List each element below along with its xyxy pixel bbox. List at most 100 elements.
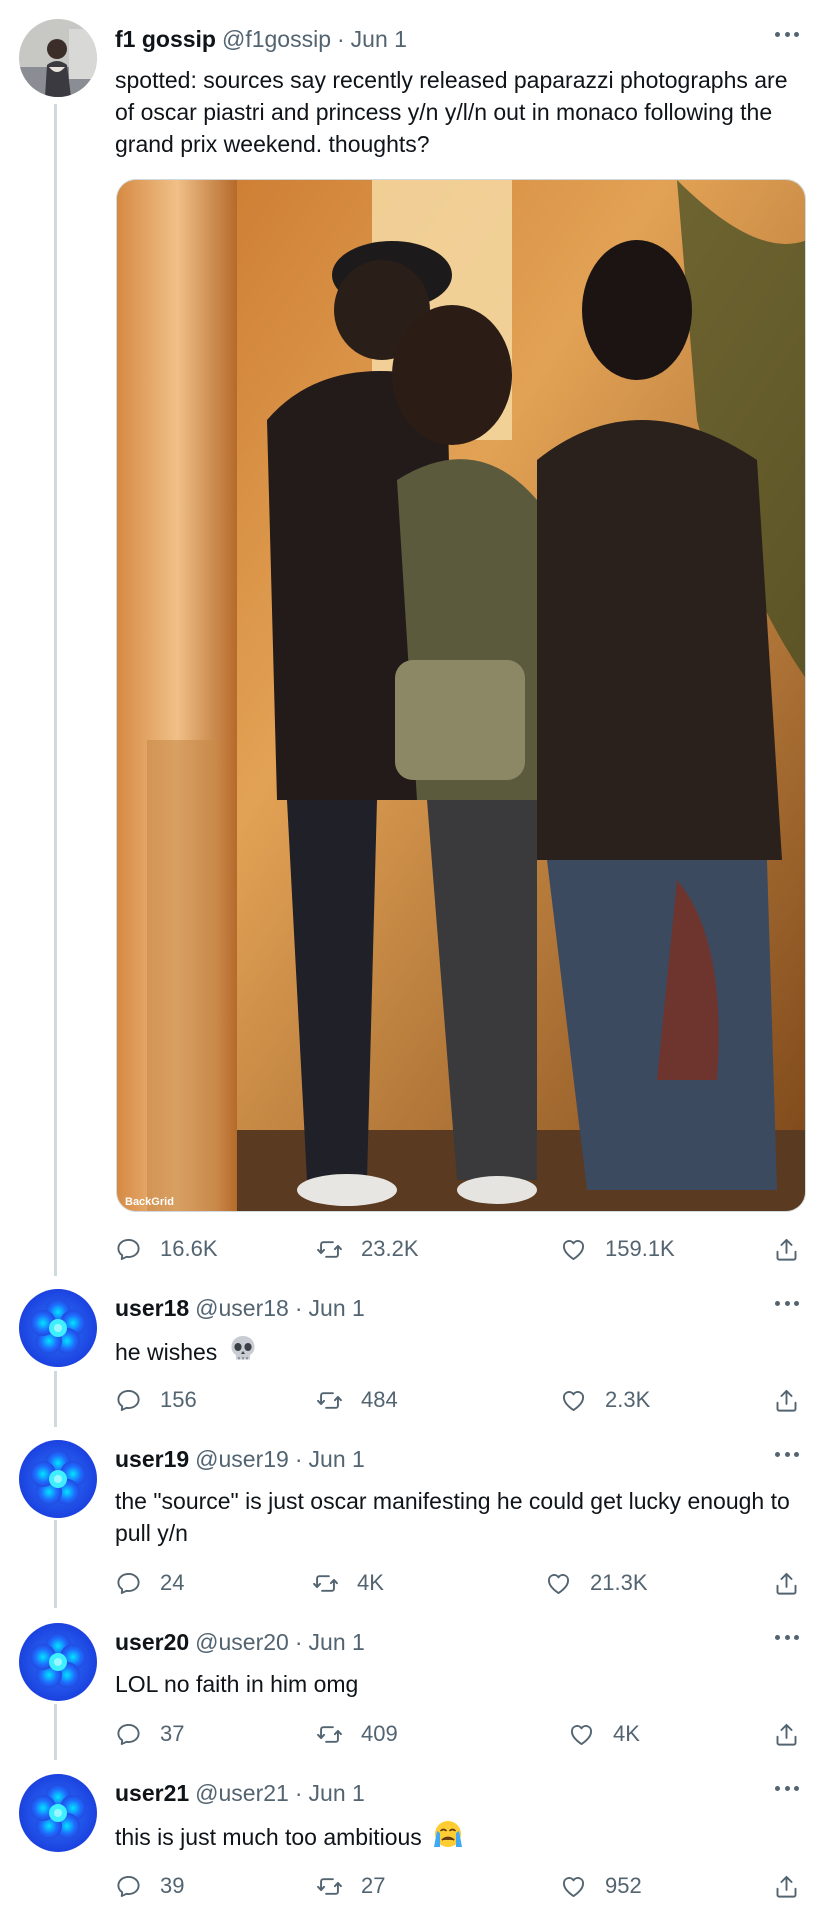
profile-photo-icon xyxy=(19,19,97,97)
display-name[interactable]: user21 xyxy=(115,1780,189,1807)
reply-icon xyxy=(115,1570,142,1597)
like-button[interactable]: 4K xyxy=(568,1719,640,1749)
like-count: 2.3K xyxy=(605,1387,651,1412)
retweet-button[interactable]: 484 xyxy=(316,1385,398,1415)
heart-icon xyxy=(568,1721,595,1748)
flower-avatar-icon xyxy=(19,1623,97,1701)
display-name[interactable]: user19 xyxy=(115,1446,189,1473)
reply-button[interactable]: 37 xyxy=(115,1719,184,1749)
share-icon xyxy=(773,1236,800,1263)
retweet-button[interactable]: 23.2K xyxy=(316,1234,419,1264)
share-icon xyxy=(773,1721,800,1748)
retweet-count: 27 xyxy=(361,1873,386,1898)
display-name[interactable]: user20 xyxy=(115,1629,189,1656)
heart-icon xyxy=(545,1570,572,1597)
tweet-text: the "source" is just oscar manifesting h… xyxy=(115,1488,790,1546)
retweet-icon xyxy=(316,1236,343,1263)
flower-avatar-icon xyxy=(19,1289,97,1367)
avatar[interactable] xyxy=(19,1289,97,1367)
share-button[interactable] xyxy=(773,1234,818,1264)
tweet-text: this is just much too ambitious xyxy=(115,1819,805,1853)
like-button[interactable]: 952 xyxy=(560,1871,642,1901)
reply-icon xyxy=(115,1721,142,1748)
share-icon xyxy=(773,1387,800,1414)
tweet-text: LOL no faith in him omg xyxy=(115,1671,359,1697)
share-button[interactable] xyxy=(773,1568,818,1598)
retweet-icon xyxy=(316,1387,343,1414)
reply-count: 39 xyxy=(160,1873,185,1898)
retweet-count: 4K xyxy=(357,1570,384,1595)
more-icon[interactable] xyxy=(772,1778,802,1798)
reply-count: 16.6K xyxy=(160,1236,218,1261)
share-icon xyxy=(773,1873,800,1900)
reply-button[interactable]: 24 xyxy=(115,1568,184,1598)
paparazzi-photo xyxy=(117,180,805,1211)
retweet-button[interactable]: 27 xyxy=(316,1871,385,1901)
more-icon[interactable] xyxy=(772,1627,802,1647)
tweet-date[interactable]: Jun 1 xyxy=(309,1446,365,1473)
user-handle[interactable]: @user18 xyxy=(195,1295,289,1322)
share-icon xyxy=(773,1570,800,1597)
retweet-icon xyxy=(316,1721,343,1748)
more-icon[interactable] xyxy=(772,24,802,44)
avatar[interactable] xyxy=(19,1774,97,1852)
flower-avatar-icon xyxy=(19,1440,97,1518)
share-button[interactable] xyxy=(773,1385,818,1415)
tweet-header: user20 @user20 · Jun 1 xyxy=(115,1627,365,1657)
reply-text: this is just much too ambitious xyxy=(115,1824,422,1850)
tweet-date[interactable]: Jun 1 xyxy=(309,1780,365,1807)
reply-button[interactable]: 16.6K xyxy=(115,1234,218,1264)
tweet-photo[interactable]: BackGrid xyxy=(116,179,806,1212)
tweet-text: spotted: sources say recently released p… xyxy=(115,67,788,157)
more-icon[interactable] xyxy=(772,1293,802,1313)
user-handle[interactable]: @f1gossip xyxy=(222,26,331,53)
tweet-date[interactable]: Jun 1 xyxy=(309,1629,365,1656)
retweet-icon xyxy=(312,1570,339,1597)
tweet-date[interactable]: Jun 1 xyxy=(351,26,407,53)
retweet-button[interactable]: 4K xyxy=(312,1568,384,1598)
separator: · xyxy=(294,1294,303,1321)
separator: · xyxy=(294,1628,303,1655)
tweet-date[interactable]: Jun 1 xyxy=(309,1295,365,1322)
share-button[interactable] xyxy=(773,1871,818,1901)
reply-text: he wishes xyxy=(115,1339,218,1365)
share-button[interactable] xyxy=(773,1719,818,1749)
thread-line xyxy=(54,1520,57,1608)
retweet-icon xyxy=(316,1873,343,1900)
thread-line xyxy=(54,1704,57,1760)
like-count: 21.3K xyxy=(590,1570,648,1595)
crying-face-emoji-icon xyxy=(434,1821,463,1847)
heart-icon xyxy=(560,1387,587,1414)
avatar[interactable] xyxy=(19,19,97,97)
tweet-header: user18 @user18 · Jun 1 xyxy=(115,1293,365,1323)
like-count: 159.1K xyxy=(605,1236,675,1261)
skull-emoji-icon xyxy=(231,1336,255,1360)
user-handle[interactable]: @user21 xyxy=(195,1780,289,1807)
tweet-header: f1 gossip @f1gossip · Jun 1 xyxy=(115,24,407,54)
tweet-header: user19 @user19 · Jun 1 xyxy=(115,1444,365,1474)
avatar[interactable] xyxy=(19,1440,97,1518)
like-button[interactable]: 2.3K xyxy=(560,1385,650,1415)
tweet-text: he wishes xyxy=(115,1334,805,1368)
display-name[interactable]: user18 xyxy=(115,1295,189,1322)
reply-button[interactable]: 156 xyxy=(115,1385,197,1415)
reply-icon xyxy=(115,1236,142,1263)
avatar[interactable] xyxy=(19,1623,97,1701)
reply-count: 24 xyxy=(160,1570,185,1595)
retweet-count: 23.2K xyxy=(361,1236,419,1261)
like-count: 4K xyxy=(613,1721,640,1746)
user-handle[interactable]: @user19 xyxy=(195,1446,289,1473)
user-handle[interactable]: @user20 xyxy=(195,1629,289,1656)
display-name[interactable]: f1 gossip xyxy=(115,26,216,53)
like-count: 952 xyxy=(605,1873,642,1898)
separator: · xyxy=(294,1779,303,1806)
like-button[interactable]: 21.3K xyxy=(545,1568,648,1598)
tweet-header: user21 @user21 · Jun 1 xyxy=(115,1778,365,1808)
more-icon[interactable] xyxy=(772,1444,802,1464)
reply-count: 37 xyxy=(160,1721,185,1746)
retweet-button[interactable]: 409 xyxy=(316,1719,398,1749)
reply-count: 156 xyxy=(160,1387,197,1412)
flower-avatar-icon xyxy=(19,1774,97,1852)
like-button[interactable]: 159.1K xyxy=(560,1234,675,1264)
reply-button[interactable]: 39 xyxy=(115,1871,184,1901)
